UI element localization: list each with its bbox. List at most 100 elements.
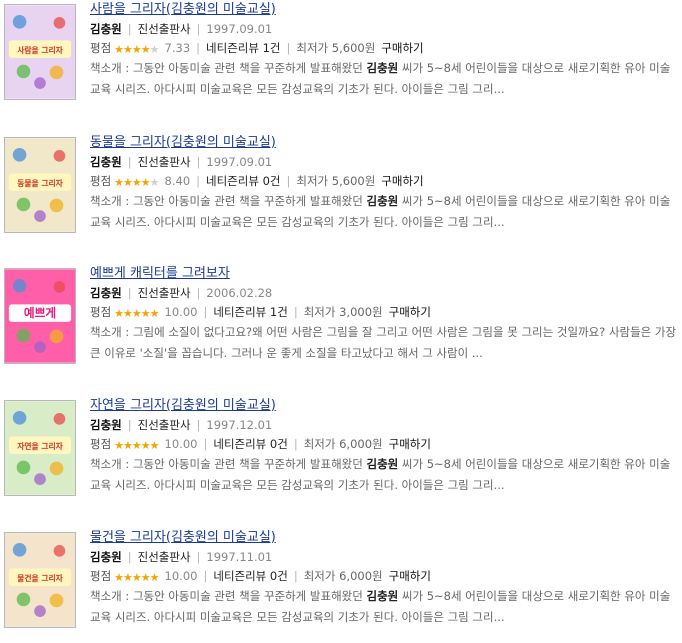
netizen-review-count[interactable]: 네티즌리뷰 0건 [206,174,280,188]
netizen-review-count[interactable]: 네티즌리뷰 0건 [213,437,287,451]
divider: | [127,550,132,564]
divider: | [203,305,208,319]
netizen-review-count[interactable]: 네티즌리뷰 1건 [206,41,280,55]
rating-label: 평점 [90,41,112,55]
cover-title-text: 물건을 그리자 [17,573,63,583]
divider: | [127,286,132,300]
netizen-review-count[interactable]: 네티즌리뷰 1건 [213,305,287,319]
star-icon: ★ [131,571,142,584]
buy-link[interactable]: 구매하기 [389,437,431,451]
rating-label: 평점 [90,305,112,319]
book-cover-image[interactable]: 동물을 그리자 [4,137,76,233]
divider: | [203,569,208,583]
lowest-price-label: 최저가 [303,569,336,583]
book-info: 동물을 그리자(김충원의 미술교실) 김충원 | 진선출판사 | 1997.09.01 평점… [90,135,680,233]
book-cover-image[interactable]: 물건을 그리자 [4,532,76,628]
book-title-link[interactable]: 자연을 그리자(김충원의 미술교실) [90,398,276,414]
lowest-price-value: 6,000원 [339,569,383,583]
author-name[interactable]: 김충원 [90,22,122,36]
book-cover-image[interactable]: 자연을 그리자 [4,400,76,496]
description-text: 그동안 아동미술 관련 책을 꾸준하게 발표해왔던 [132,61,363,75]
star-icon: ★ [114,307,124,320]
book-cover-art: 예쁘게 [5,269,75,363]
publisher-name[interactable]: 진선출판사 [138,418,191,432]
book-title-link[interactable]: 동물을 그리자(김충원의 미술교실) [90,135,276,151]
divider: | [293,437,298,451]
divider: | [286,174,291,188]
description-text: 그림에 소질이 없다고요?왜 어떤 사람은 그림을 잘 그리고 어떤 사람은 그… [90,325,677,360]
lowest-price: 최저가 5,600원 [296,174,375,188]
book-description: 책소개 : 그림에 소질이 없다고요?왜 어떤 사람은 그림을 잘 그리고 어떤… [90,322,680,364]
author-name[interactable]: 김충원 [90,286,122,300]
book-cover-image[interactable]: 예쁘게 [4,268,76,364]
review-count-value: 0건 [269,569,288,583]
rating-label: 평점 [90,437,112,451]
buy-link[interactable]: 구매하기 [381,174,423,188]
star-icon: ★ [140,439,151,452]
cover-title-text: 예쁘게 [24,306,56,320]
rating-row: 평점 ★★★★★ 10.00 | 네티즌리뷰 0건 | 최저가 6,000원 구매하기 [90,436,680,452]
lowest-price-value: 5,600원 [331,174,376,188]
book-item: 사람을 그리자 사람을 그리자(김충원의 미술교실) 김충원 | 진선출판사 | 1997.… [0,0,682,112]
star-icon: ★ [123,307,133,320]
description-label: 책소개 : [90,589,130,603]
description-label: 책소개 : [90,325,130,339]
lowest-price-label: 최저가 [296,41,329,55]
rating-label: 평점 [90,569,112,583]
author-row: 김충원 | 진선출판사 | 1997.11.01 [90,549,680,565]
divider: | [127,22,132,36]
book-description: 책소개 : 그동안 아동미술 관련 책을 꾸준하게 발표해왔던 김충원 씨가 5… [90,454,680,496]
lowest-price-value: 6,000원 [339,437,383,451]
book-item: 동물을 그리자 동물을 그리자(김충원의 미술교실) 김충원 | 진선출판사 | 1997.… [0,133,682,245]
rating-stars-icon: ★★★★★ [114,175,159,191]
netizen-review-label: 네티즌리뷰 [213,437,267,451]
lowest-price: 최저가 3,000원 [304,305,383,319]
rating-stars-icon: ★★★★★ [114,438,160,454]
review-count-value: 0건 [262,174,281,188]
netizen-review-label: 네티즌리뷰 [206,174,259,188]
description-text: 그동안 아동미술 관련 책을 꾸준하게 발표해왔던 [132,457,363,471]
description-author-highlight: 김충원 [366,61,399,75]
description-author-highlight: 김충원 [366,457,399,471]
star-icon: ★ [140,307,151,320]
rating-score: 7.33 [164,41,191,55]
rating-score: 10.00 [164,569,198,583]
star-icon: ★ [149,43,160,56]
buy-link[interactable]: 구매하기 [389,569,431,583]
book-item: 예쁘게 예쁘게 캐릭터를 그려보자 김충원 | 진선출판사 | 2006.02.28 평점 ★★… [0,264,682,376]
book-title-link[interactable]: 예쁘게 캐릭터를 그려보자 [90,266,230,282]
netizen-review-count[interactable]: 네티즌리뷰 0건 [213,569,287,583]
review-count-value: 0건 [269,437,288,451]
divider: | [196,418,201,432]
star-icon: ★ [149,439,160,452]
book-title-link[interactable]: 사람을 그리자(김충원의 미술교실) [90,2,276,18]
author-name[interactable]: 김충원 [90,418,122,432]
book-cover-art: 자연을 그리자 [5,401,75,495]
rating-stars-icon: ★★★★★ [114,42,160,58]
publisher-name[interactable]: 진선출판사 [138,286,191,300]
cover-title-text: 동물을 그리자 [17,178,63,188]
rating-label: 평점 [90,174,112,188]
author-row: 김충원 | 진선출판사 | 1997.12.01 [90,417,680,433]
lowest-price: 최저가 6,000원 [304,437,383,451]
divider: | [127,155,132,169]
author-name[interactable]: 김충원 [90,155,122,169]
book-cover-image[interactable]: 사람을 그리자 [4,4,76,100]
divider: | [286,41,291,55]
divider: | [203,437,208,451]
buy-link[interactable]: 구매하기 [381,41,423,55]
divider: | [196,155,201,169]
star-icon: ★ [123,439,133,452]
author-name[interactable]: 김충원 [90,550,122,564]
book-description: 책소개 : 그동안 아동미술 관련 책을 꾸준하게 발표해왔던 김충원 씨가 5… [90,191,680,233]
publisher-name[interactable]: 진선출판사 [138,550,191,564]
netizen-review-label: 네티즌리뷰 [213,305,267,319]
divider: | [196,286,201,300]
description-text: 그동안 아동미술 관련 책을 꾸준하게 발표해왔던 [132,194,363,208]
book-title-link[interactable]: 물건을 그리자(김충원의 미술교실) [90,530,276,546]
publisher-name[interactable]: 진선출판사 [138,22,191,36]
star-icon: ★ [131,176,142,189]
buy-link[interactable]: 구매하기 [389,305,431,319]
publisher-name[interactable]: 진선출판사 [138,155,191,169]
star-icon: ★ [149,307,160,320]
